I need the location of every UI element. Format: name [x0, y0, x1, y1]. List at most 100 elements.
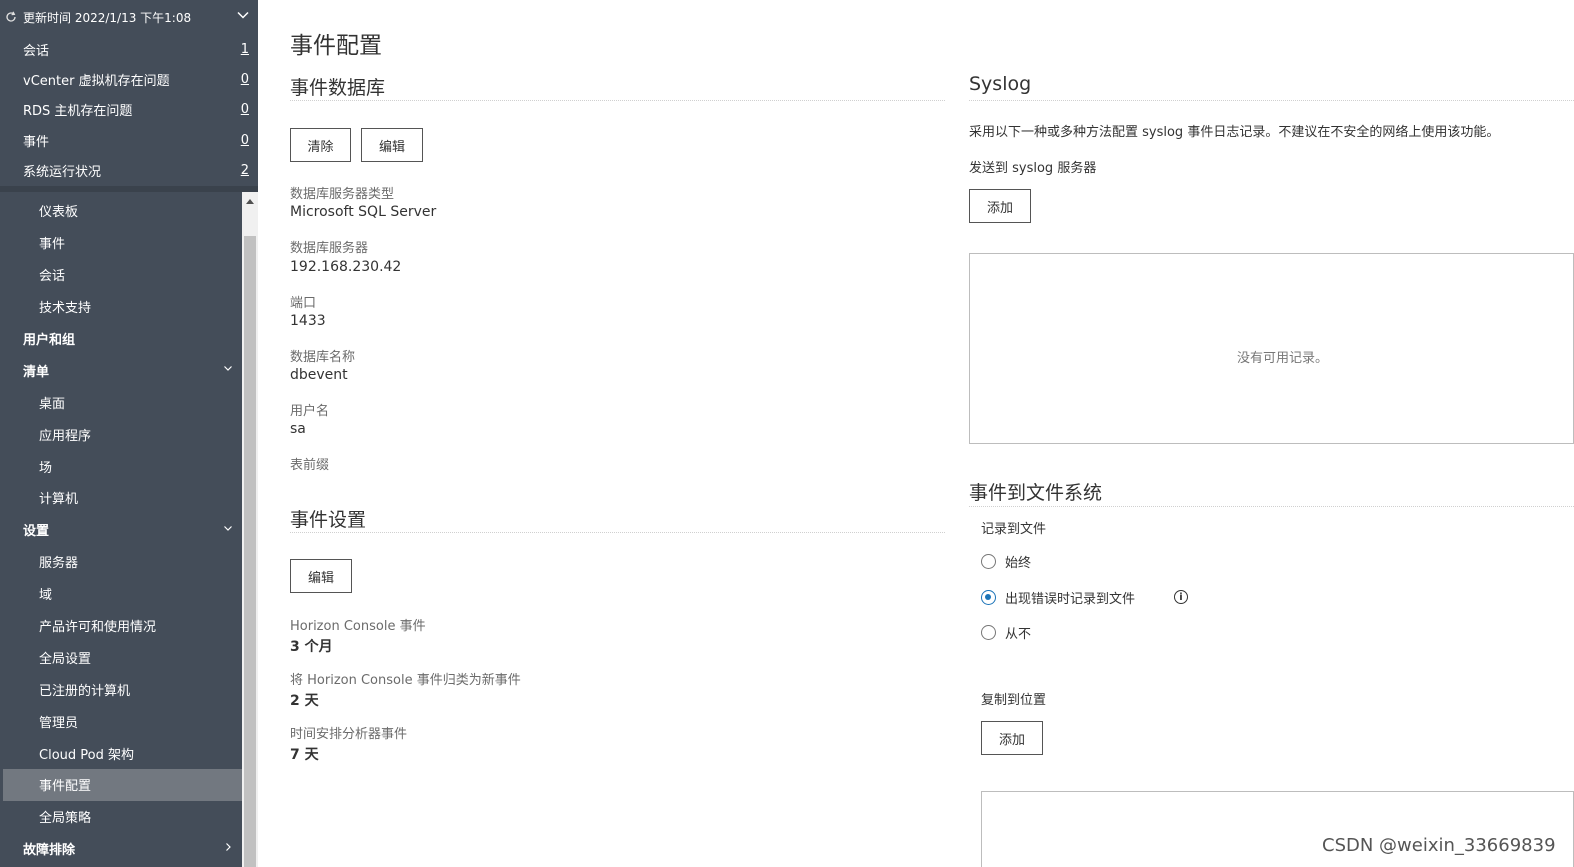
refresh-bar[interactable]: 更新时间 2022/1/13 下午1:08: [0, 0, 258, 34]
section-divider: [969, 506, 1574, 507]
nav-group-inventory[interactable]: 清单: [0, 354, 242, 386]
username-label: 用户名: [290, 404, 330, 419]
summary-label: vCenter 虚拟机存在问题: [23, 74, 170, 90]
radio-label: 始终: [1005, 556, 1032, 571]
refresh-label: 更新时间 2022/1/13 下午1:08: [23, 10, 192, 25]
summary-count-link[interactable]: 0: [241, 72, 249, 87]
summary-count-link[interactable]: 2: [241, 163, 249, 178]
nav-group-troubleshooting[interactable]: 故障排除: [0, 833, 242, 865]
nav-item-label: 清单: [23, 364, 50, 380]
empty-list-message: 没有可用记录。: [1237, 351, 1329, 366]
nav-item-product-licensing[interactable]: 产品许可和使用情况: [0, 610, 242, 642]
summary-label: 事件: [23, 134, 50, 150]
nav-item-label: 事件: [39, 237, 66, 253]
event-settings-title: 事件设置: [290, 509, 367, 531]
nav-item-applications[interactable]: 应用程序: [0, 418, 242, 450]
add-syslog-server-button[interactable]: 添加: [969, 189, 1031, 223]
nav-item-cloud-pod-architecture[interactable]: Cloud Pod 架构: [0, 737, 242, 769]
chevron-down-icon[interactable]: [236, 8, 250, 22]
nav-item-administrators[interactable]: 管理员: [0, 705, 242, 737]
scrollbar-thumb[interactable]: [244, 236, 256, 867]
watermark: CSDN @weixin_33669839: [1322, 835, 1556, 856]
summary-item-sessions[interactable]: 会话 1: [0, 34, 258, 64]
section-divider: [969, 100, 1574, 101]
radio-button[interactable]: [981, 590, 996, 605]
summary-list: 会话 1 vCenter 虚拟机存在问题 0 RDS 主机存在问题 0 事件 0…: [0, 34, 258, 186]
chevron-down-icon[interactable]: [222, 362, 234, 374]
nav-item-tech-support[interactable]: 技术支持: [0, 291, 242, 323]
nav-item-label: 场: [39, 460, 53, 476]
radio-on-error[interactable]: 出现错误时记录到文件: [981, 588, 1135, 607]
table-prefix-label: 表前缀: [290, 458, 330, 473]
summary-item-rds-host-issues[interactable]: RDS 主机存在问题 0: [0, 95, 258, 125]
radio-label: 出现错误时记录到文件: [1005, 592, 1136, 607]
file-system-title: 事件到文件系统: [969, 482, 1103, 504]
edit-db-button[interactable]: 编辑: [361, 128, 423, 162]
nav-item-label: 桌面: [39, 396, 66, 412]
db-name-value: dbevent: [290, 367, 348, 383]
console-events-value: 3 个月: [290, 639, 333, 655]
edit-settings-button[interactable]: 编辑: [290, 559, 352, 593]
nav-item-label: 会话: [39, 269, 66, 285]
summary-count-link[interactable]: 0: [241, 133, 249, 148]
clear-button[interactable]: 清除: [290, 128, 351, 162]
radio-button[interactable]: [981, 625, 996, 640]
copy-to-location-label: 复制到位置: [981, 693, 1047, 708]
chevron-down-icon[interactable]: [222, 522, 234, 534]
new-events-value: 2 天: [290, 693, 319, 709]
section-divider: [290, 532, 945, 533]
new-events-label: 将 Horizon Console 事件归类为新事件: [290, 673, 521, 688]
nav-item-farms[interactable]: 场: [0, 450, 242, 482]
log-to-file-label: 记录到文件: [981, 522, 1047, 537]
nav-item-global-settings[interactable]: 全局设置: [0, 641, 242, 673]
nav-item-desktops[interactable]: 桌面: [0, 386, 242, 418]
summary-label: 会话: [23, 43, 50, 59]
scroll-up-arrow-icon[interactable]: [242, 192, 258, 209]
nav-item-dashboard[interactable]: 仪表板: [0, 195, 242, 227]
nav-item-label: 应用程序: [39, 428, 92, 444]
nav-item-label: 管理员: [39, 715, 79, 731]
summary-label: 系统运行状况: [23, 165, 102, 181]
username-value: sa: [290, 421, 306, 437]
radio-never[interactable]: 从不: [981, 623, 1031, 642]
radio-label: 从不: [1005, 627, 1032, 642]
nav-item-servers[interactable]: 服务器: [0, 546, 242, 578]
nav-item-label: 技术支持: [39, 301, 92, 317]
refresh-icon[interactable]: [5, 11, 19, 23]
nav-item-label: 域: [39, 588, 53, 604]
nav-item-label: 全局策略: [39, 811, 92, 827]
info-icon[interactable]: i: [1174, 590, 1188, 604]
summary-item-system-health[interactable]: 系统运行状况 2: [0, 156, 258, 186]
radio-button[interactable]: [981, 554, 996, 569]
nav-item-domains[interactable]: 域: [0, 578, 242, 610]
summary-item-events[interactable]: 事件 0: [0, 125, 258, 155]
add-location-button[interactable]: 添加: [981, 721, 1043, 755]
db-server-label: 数据库服务器: [290, 241, 369, 256]
nav-divider: [0, 186, 258, 192]
summary-item-vcenter-vm-issues[interactable]: vCenter 虚拟机存在问题 0: [0, 64, 258, 94]
nav-item-global-policies[interactable]: 全局策略: [0, 801, 242, 833]
nav-item-registered-machines[interactable]: 已注册的计算机: [0, 673, 242, 705]
syslog-description: 采用以下一种或多种方法配置 syslog 事件日志记录。不建议在不安全的网络上使…: [969, 125, 1500, 140]
summary-label: RDS 主机存在问题: [23, 104, 133, 120]
send-to-syslog-label: 发送到 syslog 服务器: [969, 161, 1097, 176]
nav-item-events[interactable]: 事件: [0, 227, 242, 259]
summary-count-link[interactable]: 0: [241, 102, 249, 117]
nav-item-label: 用户和组: [23, 333, 76, 348]
db-server-type-label: 数据库服务器类型: [290, 187, 395, 202]
radio-always[interactable]: 始终: [981, 552, 1031, 571]
chevron-right-icon[interactable]: [222, 841, 234, 853]
sidebar-scrollbar[interactable]: [242, 192, 258, 867]
event-db-title: 事件数据库: [290, 77, 386, 99]
sidebar: 更新时间 2022/1/13 下午1:08 会话 1 vCenter 虚拟机存在…: [0, 0, 258, 867]
port-value: 1433: [290, 313, 326, 329]
nav-item-event-configuration[interactable]: 事件配置: [3, 769, 242, 801]
nav-item-label: 全局设置: [39, 651, 92, 667]
nav-item-machines[interactable]: 计算机: [0, 482, 242, 514]
nav-item-sessions[interactable]: 会话: [0, 259, 242, 291]
nav-group-users-groups[interactable]: 用户和组: [0, 323, 242, 355]
nav-item-label: 故障排除: [23, 843, 76, 859]
nav-item-label: 事件配置: [39, 779, 92, 795]
nav-group-settings[interactable]: 设置: [0, 514, 242, 546]
summary-count-link[interactable]: 1: [241, 42, 249, 57]
